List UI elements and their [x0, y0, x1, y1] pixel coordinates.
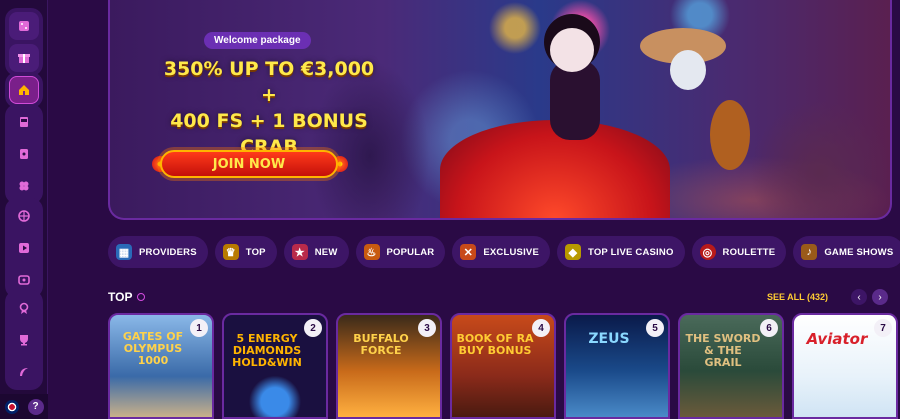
chip-label: NEW: [314, 246, 338, 258]
chip-game-shows[interactable]: ♪ GAME SHOWS: [793, 236, 900, 268]
chip-label: EXCLUSIVE: [483, 246, 540, 258]
chip-label: POPULAR: [386, 246, 435, 258]
top-games-row: GATES OF OLYMPUS 1000 1 5 ENERGY DIAMOND…: [108, 313, 900, 419]
game-rank-badge: 3: [418, 319, 436, 337]
sidebar-group-promo: [5, 290, 43, 390]
chip-new[interactable]: ★ NEW: [283, 236, 349, 268]
game-card[interactable]: BUFFALO FORCE 3: [336, 313, 442, 419]
chip-label: GAME SHOWS: [824, 246, 894, 258]
game-card[interactable]: 5 ENERGY DIAMONDS HOLD&WIN 2: [222, 313, 328, 419]
headline-line-2: 400 FS + 1 BONUS: [170, 110, 368, 132]
sidebar-group-casino: [5, 104, 43, 204]
maracas-icon: ✕: [460, 244, 477, 260]
trophy-icon: ♛: [222, 244, 239, 260]
sidebar: ?: [0, 0, 48, 419]
see-all-link[interactable]: SEE ALL (432): [767, 292, 828, 302]
home-icon: [19, 85, 29, 95]
sidebar-item-home[interactable]: [9, 76, 39, 104]
play-icon: [19, 243, 29, 253]
game-card[interactable]: THE SWORD & THE GRAIL 6: [678, 313, 784, 419]
sidebar-item-slots[interactable]: [9, 108, 39, 136]
slot-machine-icon: [20, 117, 28, 127]
game-title: 5 ENERGY DIAMONDS HOLD&WIN: [232, 332, 302, 369]
sidebar-item-cup[interactable]: [9, 326, 39, 354]
banner-headline: 350% UP TO €3,000 + 400 FS + 1 BONUS CRA…: [154, 56, 384, 160]
chip-exclusive[interactable]: ✕ EXCLUSIVE: [452, 236, 551, 268]
chip-top-live-casino[interactable]: ◆ TOP LIVE CASINO: [557, 236, 685, 268]
banner-dancer-body: [550, 60, 600, 140]
chip-roulette[interactable]: ◎ ROULETTE: [691, 236, 787, 268]
top-section-header: TOP SEE ALL (432) ‹ ›: [108, 289, 892, 305]
sidebar-item-sports[interactable]: [9, 202, 39, 230]
banner-crowd: [750, 100, 890, 218]
game-rank-badge: 1: [190, 319, 208, 337]
game-rank-badge: 6: [760, 319, 778, 337]
game-card[interactable]: BOOK OF RA BUY BONUS 4: [450, 313, 556, 419]
sidebar-group-home: [5, 72, 43, 108]
game-rank-badge: 4: [532, 319, 550, 337]
boomerang-icon: [20, 368, 28, 376]
chip-label: TOP: [245, 246, 266, 258]
language-flag-icon[interactable]: [4, 399, 19, 414]
dice-icon: [19, 21, 29, 31]
banner-guitar: [710, 100, 750, 170]
game-rank-badge: 2: [304, 319, 322, 337]
live-tv-icon: [18, 275, 30, 285]
live-casino-icon: ◆: [565, 244, 582, 260]
category-chips: ▦ PROVIDERS ♛ TOP ★ NEW ♨ POPULAR ✕ EXCL…: [108, 236, 900, 268]
sidebar-item-live[interactable]: [9, 234, 39, 262]
chip-popular[interactable]: ♨ POPULAR: [355, 236, 446, 268]
help-button[interactable]: ?: [27, 398, 44, 415]
carousel-prev-button[interactable]: ‹: [851, 289, 867, 305]
game-card[interactable]: GATES OF OLYMPUS 1000 1: [108, 313, 214, 419]
banner-dancer-head: [550, 28, 594, 72]
chip-label: PROVIDERS: [139, 246, 197, 258]
game-title: BOOK OF RA BUY BONUS: [456, 332, 534, 357]
welcome-package-tag: Welcome package: [204, 32, 311, 49]
sidebar-item-cards[interactable]: [9, 140, 39, 168]
info-icon[interactable]: [137, 293, 145, 301]
sidebar-item-dice[interactable]: [9, 12, 39, 40]
banner-dancer-dress: [440, 120, 670, 218]
chip-providers[interactable]: ▦ PROVIDERS: [108, 236, 208, 268]
game-rank-badge: 7: [874, 319, 892, 337]
game-title: THE SWORD & THE GRAIL: [685, 332, 761, 369]
game-title: GATES OF OLYMPUS 1000: [122, 330, 184, 367]
popular-icon: ♨: [363, 244, 380, 260]
chip-label: TOP LIVE CASINO: [588, 246, 674, 258]
game-card[interactable]: ZEUS 5: [564, 313, 670, 419]
providers-icon: ▦: [116, 244, 132, 260]
game-card[interactable]: Aviator 7: [792, 313, 898, 419]
join-now-button[interactable]: JOIN NOW: [160, 150, 338, 178]
sidebar-item-clover[interactable]: [9, 172, 39, 200]
cup-icon: [20, 335, 28, 346]
sidebar-item-promo[interactable]: [9, 358, 39, 386]
chip-label: ROULETTE: [722, 246, 776, 258]
section-title: TOP: [108, 290, 133, 304]
game-rank-badge: 5: [646, 319, 664, 337]
game-title: Aviator: [806, 330, 868, 348]
cards-icon: [20, 149, 28, 159]
sidebar-group-sports: [5, 198, 43, 298]
roulette-icon: ◎: [699, 244, 716, 260]
basketball-icon: [18, 210, 30, 222]
sidebar-group-top: [5, 8, 43, 76]
game-title: BUFFALO FORCE: [353, 332, 409, 357]
clover-icon: [19, 181, 29, 191]
gift-icon: [18, 54, 30, 63]
game-title: ZEUS: [588, 331, 630, 347]
trophy-ribbon-icon: [19, 302, 29, 314]
sidebar-footer: ?: [0, 394, 48, 419]
carousel-next-button[interactable]: ›: [872, 289, 888, 305]
promo-banner[interactable]: Welcome package 350% UP TO €3,000 + 400 …: [108, 0, 892, 220]
new-icon: ★: [291, 244, 308, 260]
guitar-icon: ♪: [801, 244, 818, 260]
chip-top[interactable]: ♛ TOP: [214, 236, 277, 268]
sidebar-item-gift[interactable]: [9, 44, 39, 72]
banner-skeleton-head: [670, 50, 706, 90]
sidebar-item-tournaments[interactable]: [9, 294, 39, 322]
headline-line-1: 350% UP TO €3,000 +: [163, 58, 375, 106]
